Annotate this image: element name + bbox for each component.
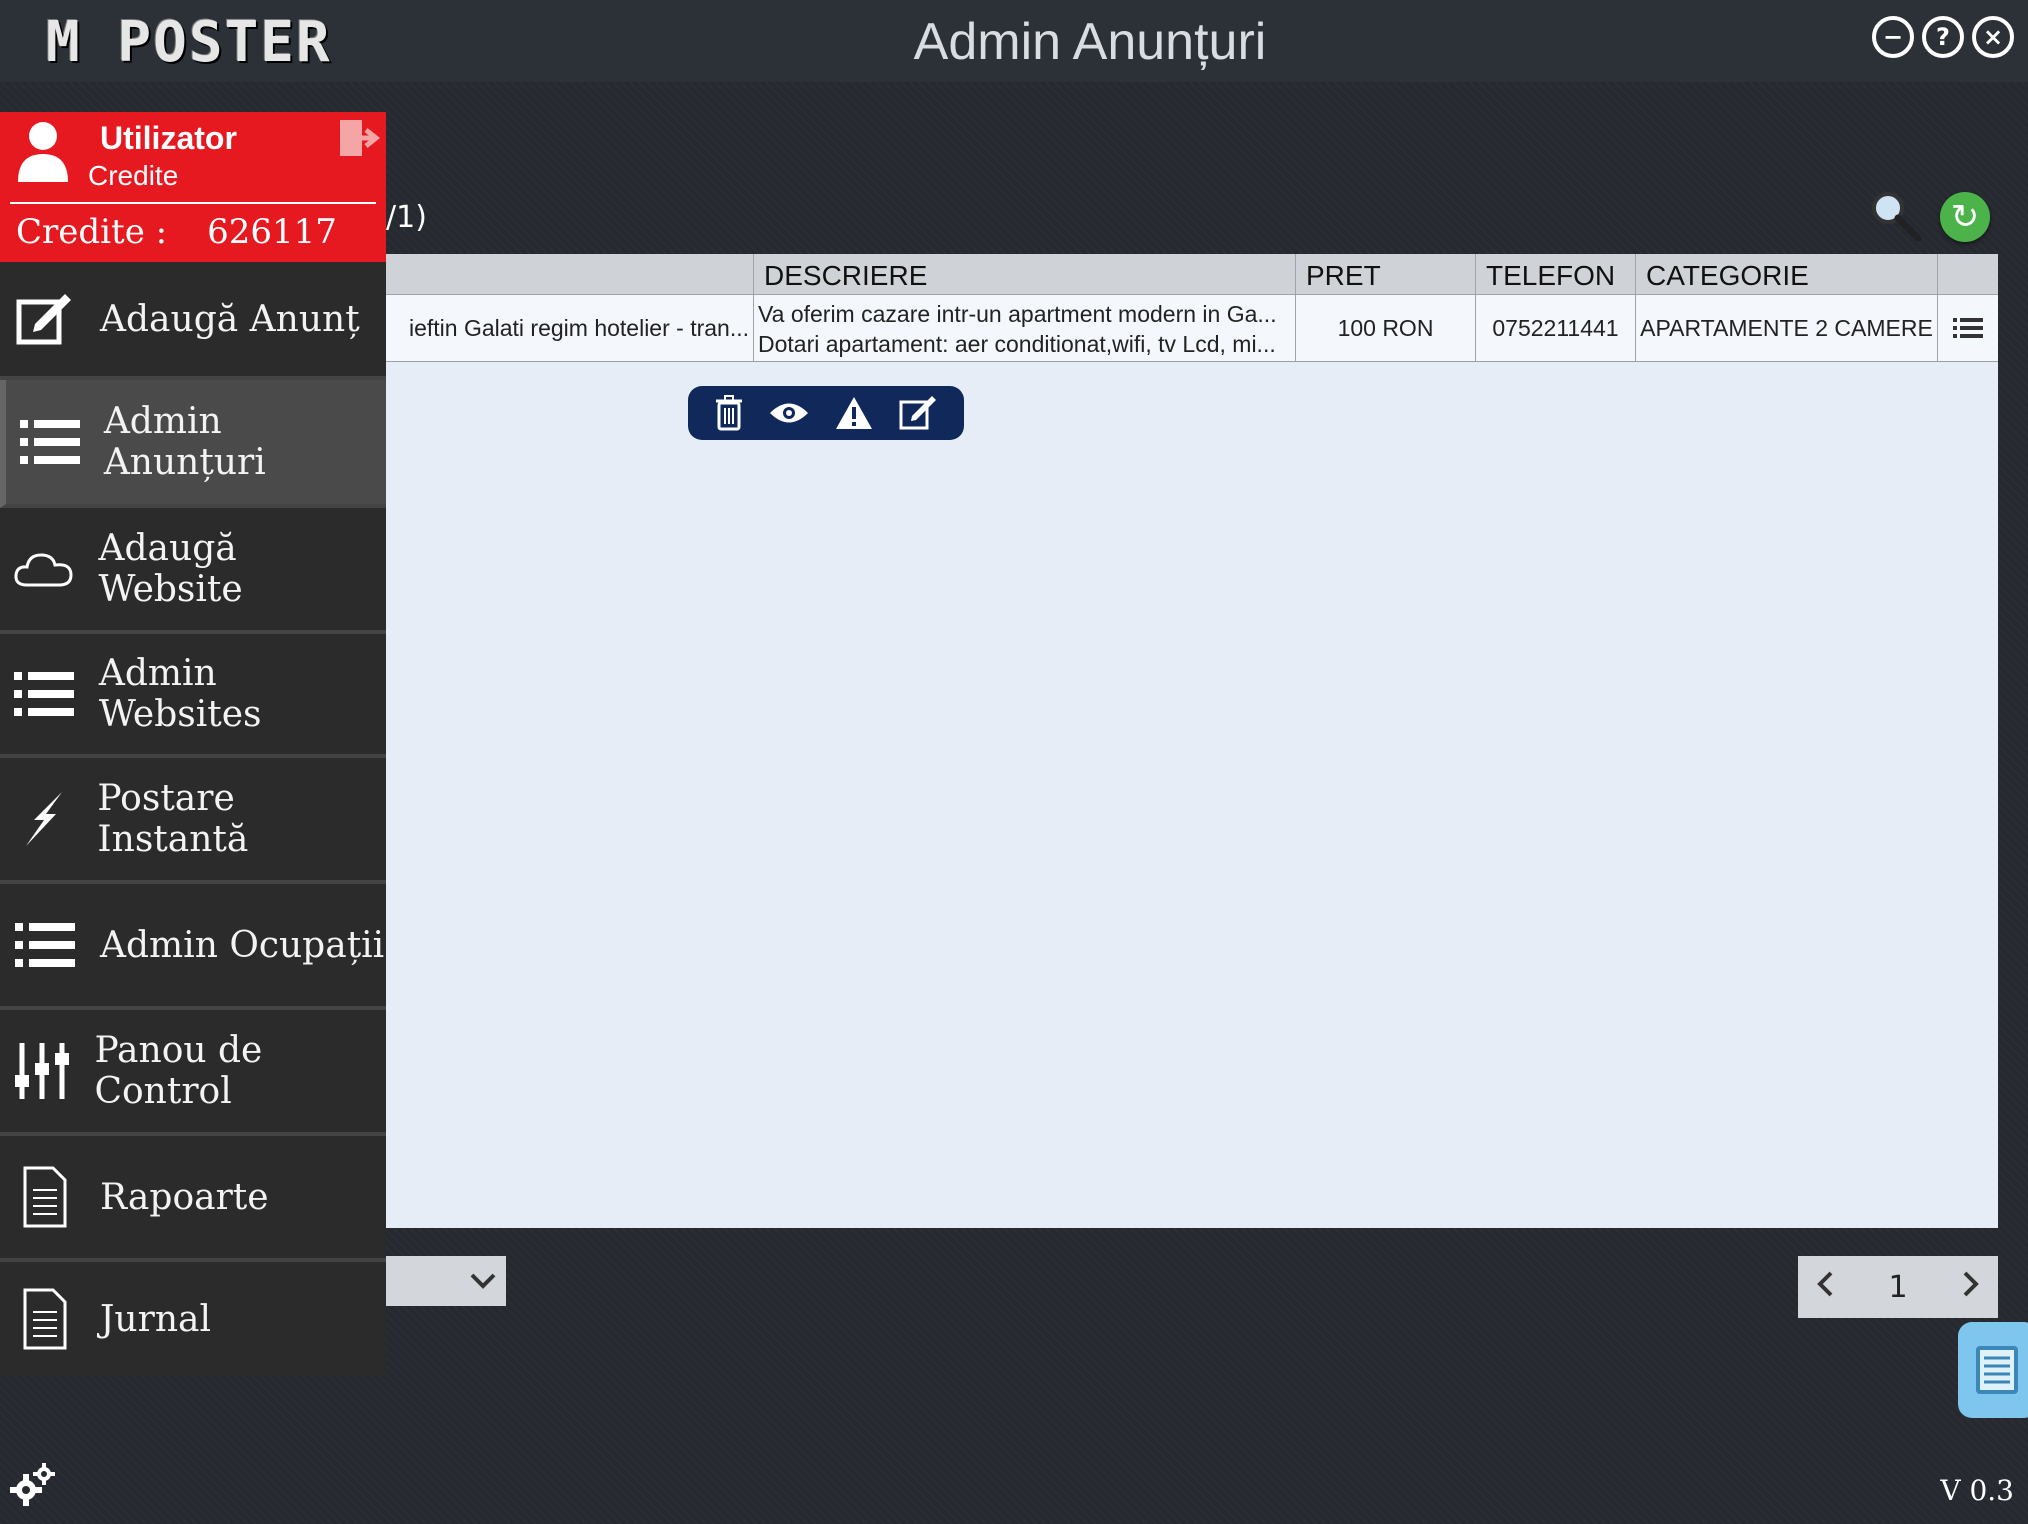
column-header-categorie[interactable]: CATEGORIE	[1636, 254, 1938, 294]
nav-label: Adaugă Anunț	[100, 298, 360, 340]
settings-gear-icon[interactable]	[10, 1460, 58, 1512]
pagination: 1	[1798, 1256, 1998, 1318]
user-name: Utilizator	[100, 120, 237, 156]
page-size-dropdown[interactable]	[386, 1256, 506, 1306]
user-card-divider	[10, 202, 376, 204]
lightning-icon	[10, 790, 77, 848]
window-title: Admin Anunțuri	[913, 13, 1267, 71]
column-header-title[interactable]	[386, 254, 754, 294]
nav-label: Postare Instantă	[97, 778, 249, 860]
sliders-icon	[10, 1041, 74, 1101]
chevron-left-icon[interactable]	[1816, 1270, 1834, 1305]
description-line-1: Va oferim cazare intr-un apartment moder…	[758, 301, 1277, 327]
credits-label: Credite :	[16, 212, 168, 252]
user-subtitle: Credite	[88, 160, 179, 191]
row-actions-bar	[688, 386, 964, 440]
chevron-down-icon	[470, 1273, 496, 1289]
window-controls: − ? ×	[1872, 16, 2014, 58]
edit-icon	[10, 290, 80, 348]
user-icon	[16, 120, 70, 188]
nav-label: Jurnal	[100, 1298, 211, 1340]
nav-item-admin-anunturi[interactable]: Admin Anunțuri	[0, 380, 386, 508]
list-icon	[10, 672, 79, 716]
user-card: Utilizator Credite Credite : 626117	[0, 112, 386, 262]
table-row[interactable]: ieftin Galati regim hotelier - tran... V…	[386, 295, 1998, 362]
ad-category-cell: APARTAMENTE 2 CAMERE	[1636, 295, 1938, 361]
current-page: 1	[1888, 1269, 1908, 1305]
ads-table: DESCRIERE PRET TELEFON CATEGORIE ieftin …	[386, 254, 1998, 1228]
nav-item-panou-de-control[interactable]: Panou de Control	[0, 1010, 386, 1136]
table-header: DESCRIERE PRET TELEFON CATEGORIE	[386, 254, 1998, 295]
nav-item-adauga-anunt[interactable]: Adaugă Anunț	[0, 262, 386, 380]
ad-phone-cell: 0752211441	[1476, 295, 1636, 361]
column-header-menu	[1938, 254, 1998, 294]
cloud-icon	[10, 549, 79, 589]
warning-icon[interactable]	[834, 395, 874, 431]
column-header-telefon[interactable]: TELEFON	[1476, 254, 1636, 294]
document-icon	[10, 1288, 80, 1350]
list-icon	[16, 420, 84, 464]
eye-icon[interactable]	[768, 400, 810, 426]
nav-label: Panou de Control	[94, 1030, 263, 1112]
description-line-2: Dotari apartament: aer conditionat,wifi,…	[758, 331, 1276, 357]
ad-price-cell: 100 RON	[1296, 295, 1476, 361]
ad-description-cell: Va oferim cazare intr-un apartment moder…	[754, 295, 1296, 361]
edit-icon[interactable]	[898, 394, 938, 432]
nav-label: Admin Ocupații	[100, 924, 385, 966]
notepad-icon	[1976, 1346, 2018, 1394]
refresh-icon: ↻	[1950, 197, 1980, 237]
nav-item-admin-websites[interactable]: Admin Websites	[0, 634, 386, 758]
ad-title-cell: ieftin Galati regim hotelier - tran...	[386, 295, 754, 361]
nav-item-jurnal[interactable]: Jurnal	[0, 1262, 386, 1376]
nav-label: Rapoarte	[100, 1176, 269, 1218]
help-button[interactable]: ?	[1922, 16, 1964, 58]
title-bar: M POSTER Admin Anunțuri − ? ×	[0, 0, 2028, 82]
results-count: /1)	[386, 200, 427, 235]
minimize-button[interactable]: −	[1872, 16, 1914, 58]
app-version: V 0.3	[1940, 1474, 2014, 1507]
credits-value: 626117	[207, 212, 337, 252]
notes-button[interactable]	[1958, 1322, 2028, 1418]
list-icon	[10, 923, 80, 967]
nav-label: Admin Anunțuri	[103, 401, 266, 483]
nav-label: Admin Websites	[98, 653, 262, 735]
chevron-right-icon[interactable]	[1962, 1270, 1980, 1305]
nav-item-rapoarte[interactable]: Rapoarte	[0, 1136, 386, 1262]
nav-item-adauga-website[interactable]: Adaugă Website	[0, 508, 386, 634]
column-header-descriere[interactable]: DESCRIERE	[754, 254, 1296, 294]
nav-item-postare-instanta[interactable]: Postare Instantă	[0, 758, 386, 884]
credits-display: Credite : 626117	[16, 212, 337, 252]
sidebar: Utilizator Credite Credite : 626117 Adaug…	[0, 112, 386, 1376]
column-header-pret[interactable]: PRET	[1296, 254, 1476, 294]
search-icon[interactable]	[1868, 188, 1924, 248]
row-menu-icon[interactable]	[1938, 295, 1998, 361]
logout-icon[interactable]	[338, 118, 381, 166]
document-icon	[10, 1166, 80, 1228]
nav-label: Adaugă Website	[98, 528, 243, 610]
app-logo: M POSTER	[46, 10, 332, 75]
nav-item-admin-ocupatii[interactable]: Admin Ocupații	[0, 884, 386, 1010]
refresh-button[interactable]: ↻	[1940, 192, 1990, 242]
trash-icon[interactable]	[714, 395, 744, 431]
close-button[interactable]: ×	[1972, 16, 2014, 58]
